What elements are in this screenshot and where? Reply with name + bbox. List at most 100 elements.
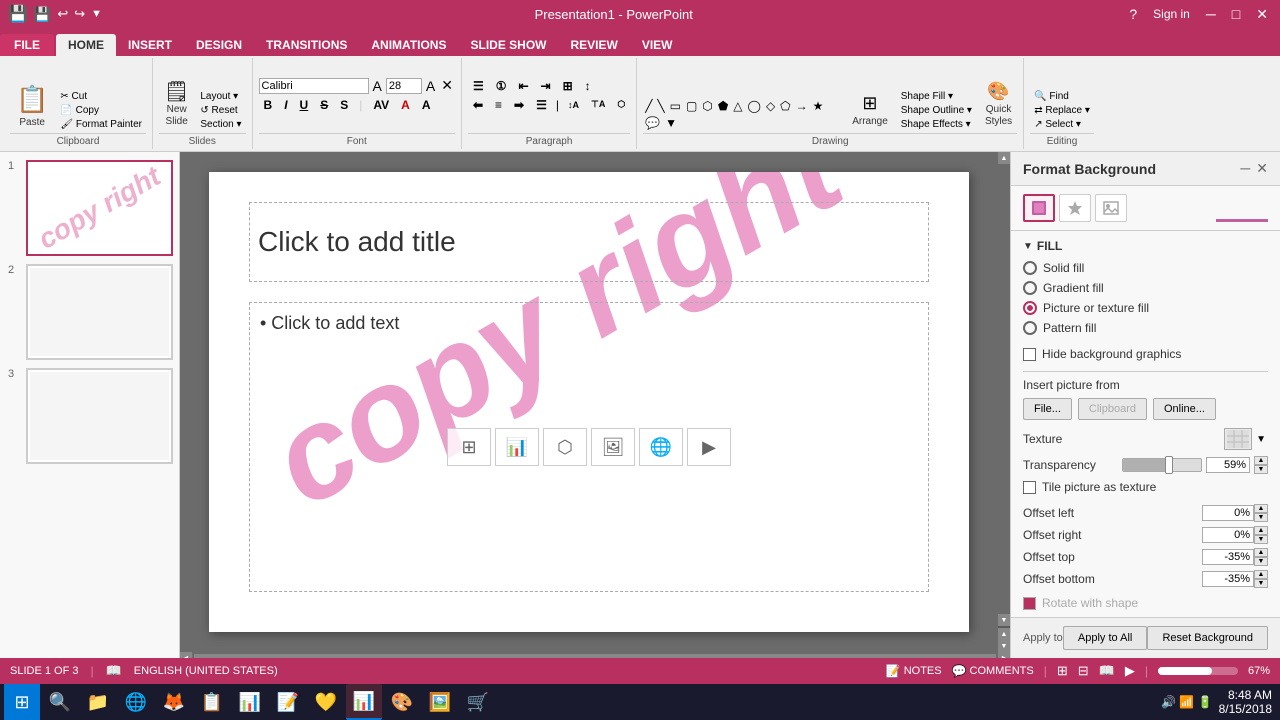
- copy-button[interactable]: 📄 Copy: [56, 104, 146, 117]
- shape-fill-button[interactable]: Shape Fill ▾: [897, 90, 976, 103]
- scroll-vtrack[interactable]: [998, 164, 1010, 614]
- select-button[interactable]: ↗ Select ▾: [1030, 118, 1094, 131]
- text-shadow-button[interactable]: S: [335, 97, 353, 113]
- effect-type-btn[interactable]: [1059, 194, 1091, 222]
- offset-bottom-input[interactable]: [1202, 571, 1254, 587]
- new-slide-button[interactable]: 🗒 NewSlide: [159, 79, 194, 131]
- picture-fill-radio[interactable]: [1023, 301, 1037, 315]
- slide-2-thumb[interactable]: [26, 264, 173, 360]
- content-placeholder[interactable]: • Click to add text ⊞ 📊 ⬡ 🖼 🌐 ▶: [249, 302, 929, 592]
- quick-styles-button[interactable]: 🎨 QuickStyles: [980, 78, 1017, 131]
- shape-arrow[interactable]: →: [794, 98, 810, 114]
- underline-button[interactable]: U: [295, 97, 314, 113]
- font-size-input[interactable]: [386, 78, 422, 94]
- scroll-up-btn[interactable]: ▲: [998, 152, 1010, 164]
- section-button[interactable]: Section ▾: [196, 118, 245, 131]
- help-btn[interactable]: ?: [1125, 6, 1141, 22]
- decrease-indent-button[interactable]: ⇤: [513, 78, 533, 94]
- slide-3-thumb[interactable]: [26, 368, 173, 464]
- fill-type-btn[interactable]: [1023, 194, 1055, 222]
- taskbar-explorer[interactable]: 📁: [80, 684, 116, 720]
- reset-background-button[interactable]: Reset Background: [1147, 626, 1268, 650]
- numbering-button[interactable]: ①: [491, 78, 512, 94]
- font-name-input[interactable]: [259, 78, 369, 94]
- shape-rect[interactable]: ▭: [668, 98, 683, 114]
- tab-home[interactable]: HOME: [56, 34, 116, 56]
- taskbar-store[interactable]: 🛒: [460, 684, 496, 720]
- tab-slideshow[interactable]: SLIDE SHOW: [458, 34, 558, 56]
- offset-right-down[interactable]: ▼: [1254, 535, 1268, 544]
- shape-diamond[interactable]: ◇: [764, 98, 777, 114]
- offset-top-input[interactable]: [1202, 549, 1254, 565]
- align-right-button[interactable]: ➡: [509, 97, 529, 113]
- shape-more[interactable]: ▼: [663, 115, 679, 131]
- justify-button[interactable]: ☰: [531, 97, 552, 113]
- font-size-decrease[interactable]: A: [371, 78, 384, 94]
- gradient-fill-radio[interactable]: [1023, 281, 1037, 295]
- arrange-button[interactable]: ⊞ Arrange: [847, 90, 893, 131]
- clipboard-btn[interactable]: Clipboard: [1078, 398, 1147, 420]
- restore-btn[interactable]: □: [1228, 6, 1244, 22]
- slide-sorter-btn[interactable]: ⊟: [1078, 663, 1089, 679]
- cut-button[interactable]: ✂ Cut: [56, 90, 146, 103]
- scroll-next-slide-btn[interactable]: ▼: [998, 640, 1010, 652]
- panel-minimize-btn[interactable]: ─: [1240, 160, 1250, 177]
- rotate-checkbox[interactable]: [1023, 597, 1036, 610]
- char-spacing-button[interactable]: AV: [368, 97, 394, 113]
- title-placeholder[interactable]: Click to add title: [249, 202, 929, 282]
- italic-button[interactable]: I: [279, 97, 292, 113]
- smartart-button[interactable]: ⬡: [612, 98, 630, 111]
- taskbar-search[interactable]: 🔍: [42, 684, 78, 720]
- tab-animations[interactable]: ANIMATIONS: [359, 34, 458, 56]
- taskbar-time[interactable]: 8:48 AM 8/15/2018: [1219, 688, 1272, 716]
- transparency-slider[interactable]: [1122, 458, 1202, 472]
- slide-show-btn[interactable]: ▶: [1125, 663, 1135, 679]
- taskbar-word[interactable]: 📝: [270, 684, 306, 720]
- pattern-fill-radio[interactable]: [1023, 321, 1037, 335]
- find-button[interactable]: 🔍 Find: [1030, 90, 1094, 103]
- zoom-slider[interactable]: [1158, 667, 1238, 675]
- highlight-button[interactable]: A: [417, 97, 436, 113]
- tab-view[interactable]: VIEW: [630, 34, 685, 56]
- align-center-button[interactable]: ≡: [490, 97, 507, 113]
- taskbar-photos[interactable]: 🖼️: [422, 684, 458, 720]
- spellcheck-icon[interactable]: 📖: [106, 663, 122, 679]
- paste-button[interactable]: 📋 Paste: [10, 82, 54, 131]
- comments-btn[interactable]: 💬 COMMENTS: [952, 664, 1034, 678]
- insert-online-pic-btn[interactable]: 🌐: [639, 428, 683, 466]
- format-painter-button[interactable]: 🖌 Format Painter: [56, 118, 146, 131]
- columns-button[interactable]: ⊞: [558, 78, 578, 94]
- taskbar-powerpoint[interactable]: 📊: [346, 684, 382, 720]
- offset-left-input[interactable]: [1202, 505, 1254, 521]
- insert-smartart-btn[interactable]: ⬡: [543, 428, 587, 466]
- replace-button[interactable]: ⇄ Replace ▾: [1030, 104, 1094, 117]
- tab-review[interactable]: REVIEW: [559, 34, 630, 56]
- normal-view-btn[interactable]: ⊞: [1057, 663, 1068, 679]
- offset-right-up[interactable]: ▲: [1254, 526, 1268, 535]
- offset-right-input[interactable]: [1202, 527, 1254, 543]
- shape-pentagon[interactable]: ⬠: [778, 98, 792, 114]
- bold-button[interactable]: B: [259, 97, 278, 113]
- solid-fill-radio[interactable]: [1023, 261, 1037, 275]
- layout-button[interactable]: Layout ▾: [196, 90, 245, 103]
- tab-transitions[interactable]: TRANSITIONS: [254, 34, 359, 56]
- shape-star[interactable]: ★: [811, 98, 826, 114]
- align-text-button[interactable]: ⊤A: [586, 98, 610, 111]
- taskbar-firefox[interactable]: 🦊: [156, 684, 192, 720]
- online-btn[interactable]: Online...: [1153, 398, 1216, 420]
- offset-top-up[interactable]: ▲: [1254, 548, 1268, 557]
- customize-btn[interactable]: ▼: [91, 8, 102, 20]
- shape-effects-button[interactable]: Shape Effects ▾: [897, 118, 976, 131]
- strikethrough-button[interactable]: S: [315, 97, 333, 113]
- shape-line2[interactable]: ╲: [655, 98, 666, 114]
- insert-picture-btn[interactable]: 🖼: [591, 428, 635, 466]
- tab-file[interactable]: FILE: [0, 34, 54, 56]
- apply-all-button[interactable]: Apply to All: [1063, 626, 1147, 650]
- shape-circle[interactable]: ◯: [746, 98, 763, 114]
- insert-chart-btn[interactable]: 📊: [495, 428, 539, 466]
- texture-preview[interactable]: [1224, 428, 1252, 450]
- taskbar-notepad[interactable]: 📋: [194, 684, 230, 720]
- tile-checkbox[interactable]: [1023, 481, 1036, 494]
- font-color-button[interactable]: A: [396, 97, 415, 113]
- fill-section-header[interactable]: ▼ FILL: [1023, 239, 1268, 253]
